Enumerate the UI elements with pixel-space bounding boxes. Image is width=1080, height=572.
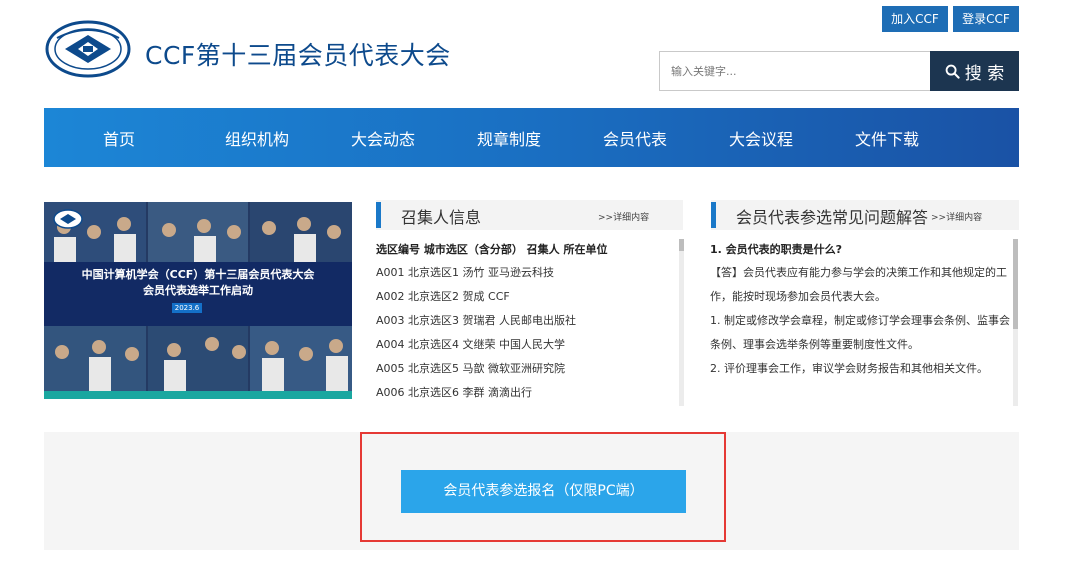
convener-title: 召集人信息 [401,208,482,227]
convener-row: A001 北京选区1 汤竹 亚马逊云科技 [376,266,555,279]
scrollbar-thumb[interactable] [679,239,684,251]
faq-answer: 【答】会员代表应有能力参与学会的决策工作和其他规定的工作，能按时现场参加会员代表… [710,266,1007,303]
ccf-logo[interactable] [45,20,131,78]
faq-content[interactable]: 1. 会员代表的职责是什么? 【答】会员代表应有能力参与学会的决策工作和其他规定… [710,239,1010,406]
nav-item-home[interactable]: 首页 [44,126,194,150]
section-accent-bar [711,202,716,228]
search-button-label: 搜 索 [964,63,1005,84]
join-ccf-button[interactable]: 加入CCF [882,6,948,32]
faq-more-link[interactable]: >>详细内容 [931,210,982,223]
banner-title: 中国计算机学会（CCF）第十三届会员代表大会 [81,268,315,281]
banner-date-badge: 2023.6 [172,303,202,313]
login-ccf-button[interactable]: 登录CCF [953,6,1019,32]
faq-header: 会员代表参选常见问题解答 >>详细内容 [711,200,1019,230]
faq-title: 会员代表参选常见问题解答 [736,208,929,227]
convener-list[interactable]: 选区编号 城市选区（含分部） 召集人 所在单位 A001 北京选区1 汤竹 亚马… [376,239,676,406]
convener-more-link[interactable]: >>详细内容 [598,210,649,223]
banner-bottom-strip [44,391,352,399]
search-button[interactable]: 搜 索 [930,51,1019,91]
faq-scrollbar[interactable] [1013,239,1018,406]
search-icon [945,64,960,79]
banner-subtitle: 会员代表选举工作启动 [143,284,253,297]
scrollbar-thumb[interactable] [1013,239,1018,329]
faq-answer: 1. 制定或修改学会章程，制定或修订学会理事会条例、监事会条例、理事会选举条例等… [710,314,1010,351]
register-button[interactable]: 会员代表参选报名（仅限PC端） [401,470,686,513]
section-accent-bar [376,202,381,228]
nav-item-organization[interactable]: 组织机构 [194,126,320,150]
banner-image[interactable]: 中国计算机学会（CCF）第十三届会员代表大会 会员代表选举工作启动 2023.6 [44,202,352,399]
convener-row: A006 北京选区6 李群 滴滴出行 [376,386,533,399]
convener-row: A004 北京选区4 文继荣 中国人民大学 [376,338,566,351]
convener-row: A003 北京选区3 贺瑞君 人民邮电出版社 [376,314,577,327]
nav-item-regulations[interactable]: 规章制度 [446,126,572,150]
convener-row: A002 北京选区2 贺成 CCF [376,290,510,303]
faq-answer: 2. 评价理事会工作，审议学会财务报告和其他相关文件。 [710,362,988,375]
nav-item-news[interactable]: 大会动态 [320,126,446,150]
convener-table-header: 选区编号 城市选区（含分部） 召集人 所在单位 [376,243,608,256]
convener-row: A005 北京选区5 马歆 微软亚洲研究院 [376,362,566,375]
search-box [659,51,931,91]
search-input[interactable] [660,52,930,90]
nav-item-agenda[interactable]: 大会议程 [698,126,824,150]
nav-item-representatives[interactable]: 会员代表 [572,126,698,150]
convener-header: 召集人信息 >>详细内容 [376,200,683,230]
convener-scrollbar[interactable] [679,239,684,406]
site-title: CCF第十三届会员代表大会 [145,41,451,70]
main-nav: 首页 组织机构 大会动态 规章制度 会员代表 大会议程 文件下载 [44,108,1019,167]
ccf-small-logo [53,209,83,229]
nav-item-downloads[interactable]: 文件下载 [824,126,950,150]
faq-question: 1. 会员代表的职责是什么? [710,243,843,256]
